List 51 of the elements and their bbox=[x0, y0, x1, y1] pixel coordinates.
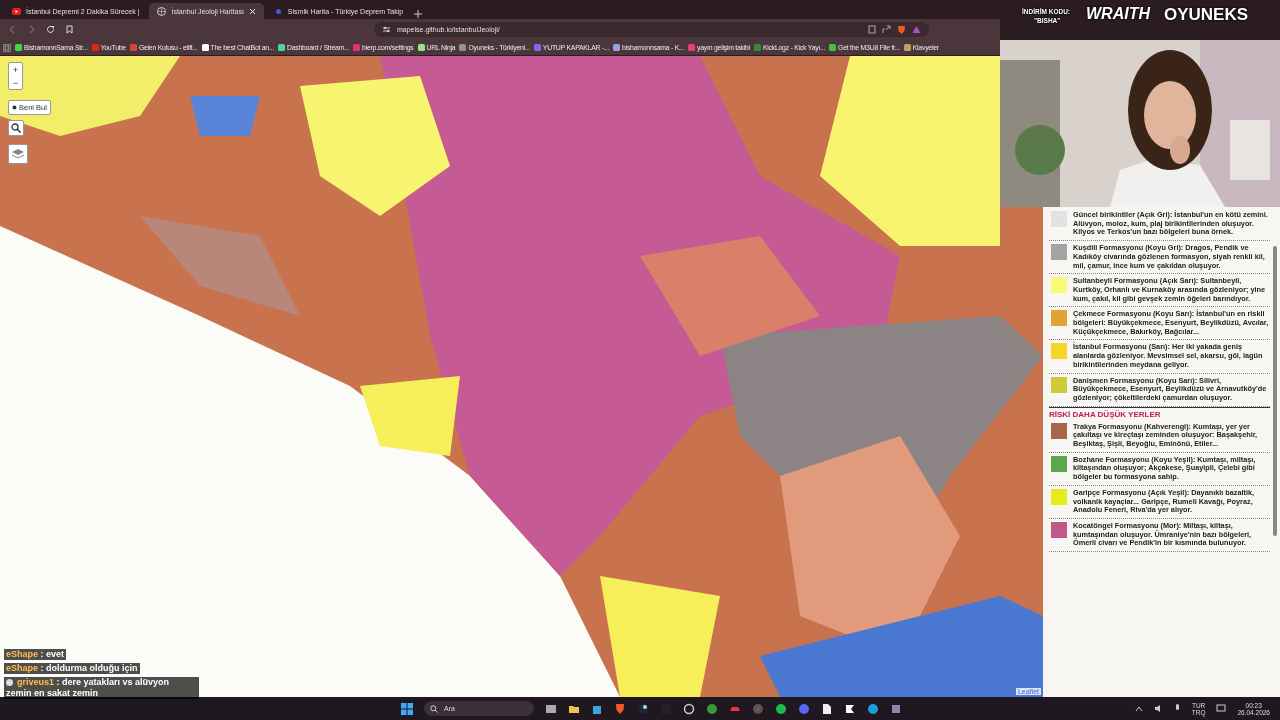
forward-icon[interactable] bbox=[27, 25, 36, 34]
caret-up-icon[interactable] bbox=[1134, 704, 1143, 713]
favicon-icon bbox=[688, 44, 696, 51]
speaker-icon[interactable] bbox=[1153, 704, 1163, 713]
favicon-icon bbox=[613, 44, 621, 51]
layers-icon[interactable] bbox=[11, 147, 25, 161]
chat-message: eShape : doldurma olduğu için bbox=[4, 663, 140, 674]
flag-icon[interactable] bbox=[844, 702, 856, 715]
search-icon bbox=[430, 704, 438, 713]
disc-icon[interactable] bbox=[752, 702, 764, 715]
zoom-in-button[interactable]: + bbox=[9, 63, 22, 76]
location-pin-icon bbox=[12, 104, 17, 111]
favicon-icon bbox=[533, 44, 541, 51]
reader-icon[interactable] bbox=[868, 25, 876, 34]
legend-heading: RİSKİ DAHA DÜŞÜK YERLER bbox=[1049, 406, 1270, 420]
document-icon[interactable] bbox=[821, 702, 833, 715]
favicon-icon bbox=[417, 44, 425, 51]
settings-icon[interactable] bbox=[382, 25, 391, 34]
triangle-icon[interactable] bbox=[912, 25, 921, 34]
favicon-icon bbox=[91, 44, 99, 51]
window-icon[interactable] bbox=[545, 702, 557, 715]
favicon-icon bbox=[753, 44, 761, 51]
shield-icon[interactable] bbox=[897, 24, 906, 35]
apps-icon[interactable] bbox=[3, 43, 11, 52]
network-icon[interactable] bbox=[1216, 704, 1227, 713]
favicon-icon bbox=[829, 44, 837, 51]
bookmark-icon[interactable] bbox=[65, 25, 74, 34]
favicon-icon bbox=[129, 44, 137, 51]
favicon-icon bbox=[277, 44, 285, 51]
favicon-icon bbox=[201, 44, 209, 51]
back-icon[interactable] bbox=[8, 25, 17, 34]
search-icon[interactable] bbox=[11, 123, 21, 133]
microphone-icon[interactable] bbox=[1173, 704, 1181, 713]
favicon-icon bbox=[903, 44, 911, 51]
reload-icon[interactable] bbox=[46, 25, 55, 34]
favicon-icon bbox=[353, 44, 361, 51]
shield-icon[interactable] bbox=[614, 702, 626, 715]
chat-message: eShape : evet bbox=[4, 649, 67, 660]
windows-icon[interactable] bbox=[401, 702, 413, 715]
dot-icon bbox=[273, 6, 283, 16]
favicon-icon bbox=[459, 44, 467, 51]
favicon-icon bbox=[15, 44, 22, 51]
zoom-out-button[interactable]: − bbox=[9, 76, 22, 89]
video-icon bbox=[12, 6, 21, 16]
close-icon[interactable] bbox=[248, 7, 256, 15]
scrollbar-thumb[interactable] bbox=[1273, 246, 1277, 536]
circle-icon[interactable] bbox=[637, 702, 649, 715]
ring-icon[interactable] bbox=[683, 702, 695, 715]
share-icon[interactable] bbox=[882, 25, 891, 34]
plus-icon[interactable] bbox=[413, 9, 424, 19]
chat-message: griveus1 : dere yatakları vs alüvyon zemin en sakat zemin bbox=[4, 677, 199, 699]
